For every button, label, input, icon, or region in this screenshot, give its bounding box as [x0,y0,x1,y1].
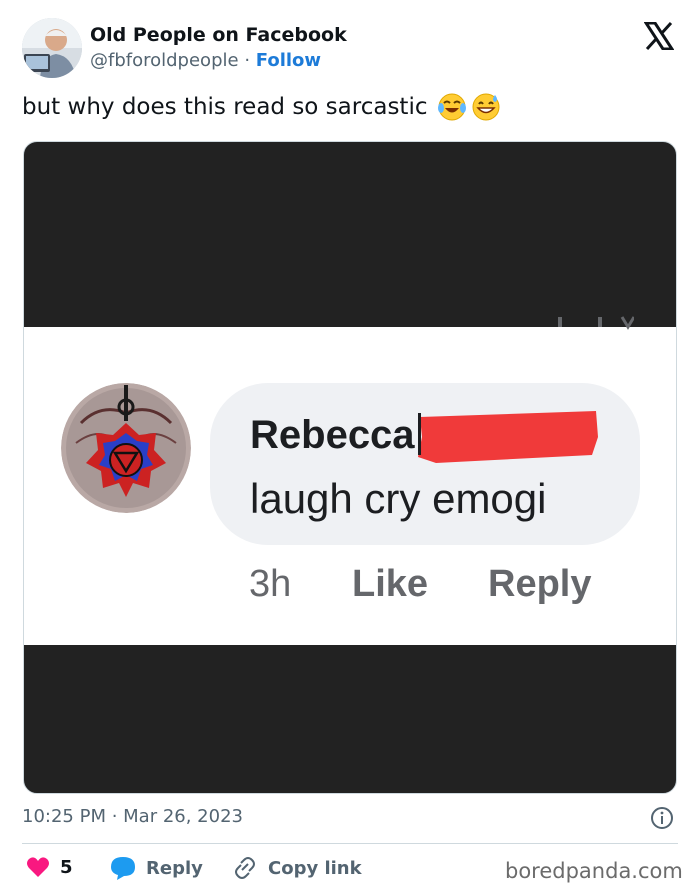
commenter-avatar[interactable] [61,383,191,513]
info-icon[interactable] [650,806,674,830]
like-count: 5 [60,856,73,878]
author-name[interactable]: Old People on Facebook [90,24,347,46]
author-handle-row: @fbforoldpeople · Follow [90,50,321,71]
author-handle[interactable]: @fbforoldpeople [90,50,239,71]
heart-icon [27,857,49,877]
author-avatar[interactable] [22,18,82,78]
elderly-man-avatar-icon [22,18,82,78]
divider [22,843,678,844]
red-redaction-scribble [418,411,598,463]
like-button[interactable]: 5 [26,856,73,878]
comment-like-label: Like [352,563,429,605]
reply-label: Reply [146,857,203,879]
commenter-name: Rebecca [250,413,415,457]
follow-button[interactable]: Follow [256,50,321,71]
copy-link-button[interactable]: Copy link [232,856,362,880]
tweet-media-image[interactable]: Rebecca laugh cry emogi 3h Like Reply [23,141,677,794]
mandala-avatar-icon [61,383,191,513]
tweet-header: Old People on Facebook @fbforoldpeople ·… [22,18,682,80]
comment-time: 3h [249,563,292,605]
link-icon [235,857,255,879]
separator-dot: · [244,50,256,71]
cropped-text-fragment [558,316,634,330]
facebook-comment-screenshot: Rebecca laugh cry emogi 3h Like Reply [24,316,676,645]
comment-reply-label: Reply [488,563,592,605]
copy-link-label: Copy link [268,857,362,879]
speech-bubble-icon [111,857,135,880]
reply-button[interactable]: Reply [110,856,203,880]
boredpanda-watermark: boredpanda.com [505,859,683,883]
face-with-tears-of-joy-icon [437,93,466,121]
tweet-text-row: but why does this read so sarcastic [22,92,501,122]
tweet-text: but why does this read so sarcastic [22,94,428,120]
tweet-timestamp[interactable]: 10:25 PM · Mar 26, 2023 [22,806,243,827]
comment-bubble: Rebecca laugh cry emogi [210,383,640,545]
comment-text: laugh cry emogi [250,475,547,522]
grinning-face-with-sweat-icon [472,93,499,121]
x-logo-icon[interactable] [644,22,674,50]
